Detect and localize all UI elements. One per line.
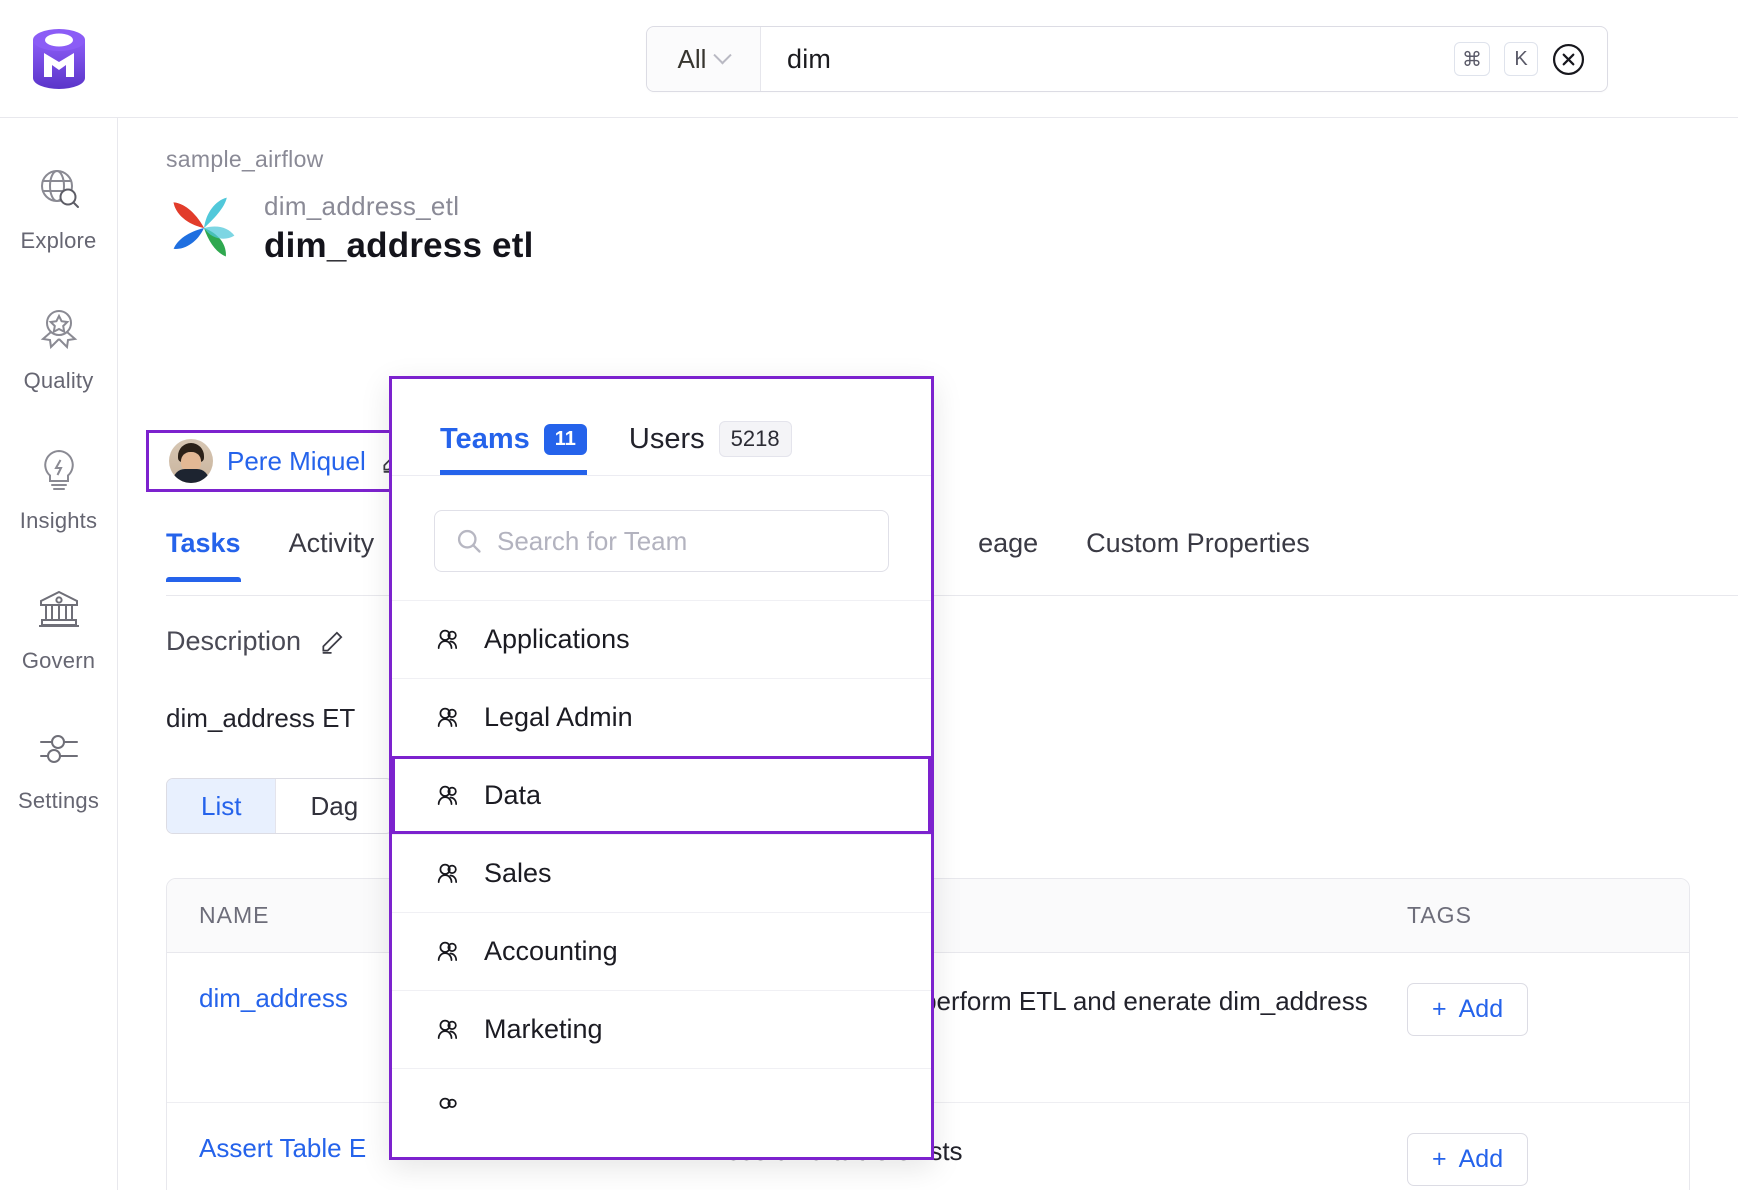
team-users-icon (437, 941, 458, 961)
owner-popup-tab-teams[interactable]: Teams 11 (440, 422, 587, 475)
page-title: dim_address etl (264, 225, 534, 265)
list-item[interactable]: Accounting (392, 912, 931, 990)
search-scope-dropdown[interactable]: All (647, 27, 761, 91)
teams-count-badge: 11 (543, 423, 587, 455)
sidebar-item-label: Insights (19, 508, 98, 533)
description-label: Description (166, 626, 302, 656)
globe-search-icon (30, 160, 88, 218)
entity-header: dim_address_etl dim_address etl (166, 190, 534, 266)
add-tag-button[interactable]: + Add (1407, 1133, 1529, 1186)
bank-icon (30, 580, 88, 638)
sidebar-item-label: Explore (20, 228, 97, 253)
tab-activity[interactable]: Activity (289, 528, 375, 581)
airflow-pinwheel-icon (173, 197, 235, 257)
sidebar-item-insights[interactable]: Insights (0, 440, 118, 534)
owner-select-popup: Teams 11 Users 5218 Search for Team Appl… (389, 376, 934, 1160)
task-tags: + Add (1407, 983, 1687, 1036)
team-label: Applications (484, 624, 630, 654)
openmetadata-logo-icon (33, 28, 85, 89)
team-label: Accounting (484, 936, 618, 966)
sliders-icon (30, 720, 88, 778)
search-actions: ⌘ K (1454, 27, 1607, 91)
list-item[interactable]: Applications (392, 600, 931, 678)
app-logo[interactable] (0, 26, 118, 92)
list-item-partial[interactable] (392, 1068, 931, 1146)
team-users-icon (439, 1097, 457, 1109)
breadcrumb[interactable]: sample_airflow (166, 146, 324, 173)
view-toggle-list[interactable]: List (167, 779, 277, 833)
sidebar-item-quality[interactable]: Quality (0, 300, 118, 394)
list-item[interactable]: Sales (392, 834, 931, 912)
add-tag-label: Add (1458, 995, 1504, 1023)
sidebar-item-settings[interactable]: Settings (0, 720, 118, 814)
view-toggle-dag[interactable]: Dag (276, 779, 392, 833)
award-star-icon (30, 300, 88, 358)
sidebar-item-explore[interactable]: Explore (0, 160, 118, 254)
k-key-badge: K (1504, 42, 1538, 76)
sidebar-item-label: Settings (17, 788, 100, 813)
command-key-icon: ⌘ (1454, 42, 1490, 76)
owner-name-link[interactable]: Pere Miquel (227, 446, 366, 477)
team-users-icon (437, 785, 458, 805)
chevron-down-icon (713, 45, 733, 64)
add-tag-button[interactable]: + Add (1407, 983, 1529, 1036)
team-search-placeholder: Search for Team (497, 525, 688, 556)
description-header: Description (166, 626, 345, 657)
sidebar-item-label: Quality (23, 368, 94, 393)
search-icon (457, 529, 481, 553)
column-header-tags: TAGS (1407, 902, 1472, 928)
team-users-icon (437, 707, 458, 727)
left-nav-rail: Explore Quality Insights Govern Settings (0, 118, 118, 1190)
owner-popup-tab-users[interactable]: Users 5218 (629, 421, 792, 475)
description-text: dim_address ET (166, 703, 356, 733)
search-scope-label: All (677, 43, 707, 74)
team-list: Applications Legal Admin Data Sales Acco… (392, 600, 931, 1157)
add-tag-label: Add (1458, 1145, 1504, 1173)
tab-custom-properties[interactable]: Custom Properties (1086, 528, 1310, 581)
owner-popup-tabs: Teams 11 Users 5218 (392, 379, 931, 476)
team-label: Marketing (484, 1014, 603, 1044)
owner-popup-tab-teams-label: Teams (440, 422, 530, 455)
users-count-badge: 5218 (718, 421, 792, 457)
task-tags: + Add (1407, 1133, 1687, 1186)
team-label: Data (484, 780, 542, 810)
sidebar-item-govern[interactable]: Govern (0, 580, 118, 674)
global-search-bar[interactable]: All dim ⌘ K (646, 26, 1608, 92)
close-icon[interactable] (1552, 43, 1585, 76)
avatar (169, 439, 213, 483)
plus-icon: + (1432, 1145, 1447, 1173)
tab-tasks[interactable]: Tasks (166, 528, 241, 582)
top-bar: All dim ⌘ K (0, 0, 1738, 118)
view-toggle: List Dag (166, 778, 394, 834)
edit-description-pencil-icon[interactable] (319, 629, 345, 655)
team-label: Legal Admin (484, 702, 633, 732)
tab-lineage[interactable]: eage (978, 528, 1038, 581)
list-item[interactable]: Legal Admin (392, 678, 931, 756)
team-search-input[interactable]: Search for Team (434, 510, 889, 572)
lightbulb-icon (30, 440, 88, 498)
owner-field[interactable]: Pere Miquel (146, 430, 429, 492)
team-users-icon (437, 863, 458, 883)
team-users-icon (437, 1019, 458, 1039)
list-item-selected[interactable]: Data (392, 756, 931, 834)
entity-fqn: dim_address_etl (264, 190, 460, 221)
search-input[interactable]: dim (761, 27, 1454, 91)
team-label: Sales (484, 858, 552, 888)
search-input-value: dim (787, 43, 832, 74)
list-item[interactable]: Marketing (392, 990, 931, 1068)
owner-popup-tab-users-label: Users (628, 422, 705, 455)
sidebar-item-label: Govern (21, 648, 96, 673)
team-users-icon (437, 629, 458, 649)
plus-icon: + (1432, 995, 1447, 1023)
